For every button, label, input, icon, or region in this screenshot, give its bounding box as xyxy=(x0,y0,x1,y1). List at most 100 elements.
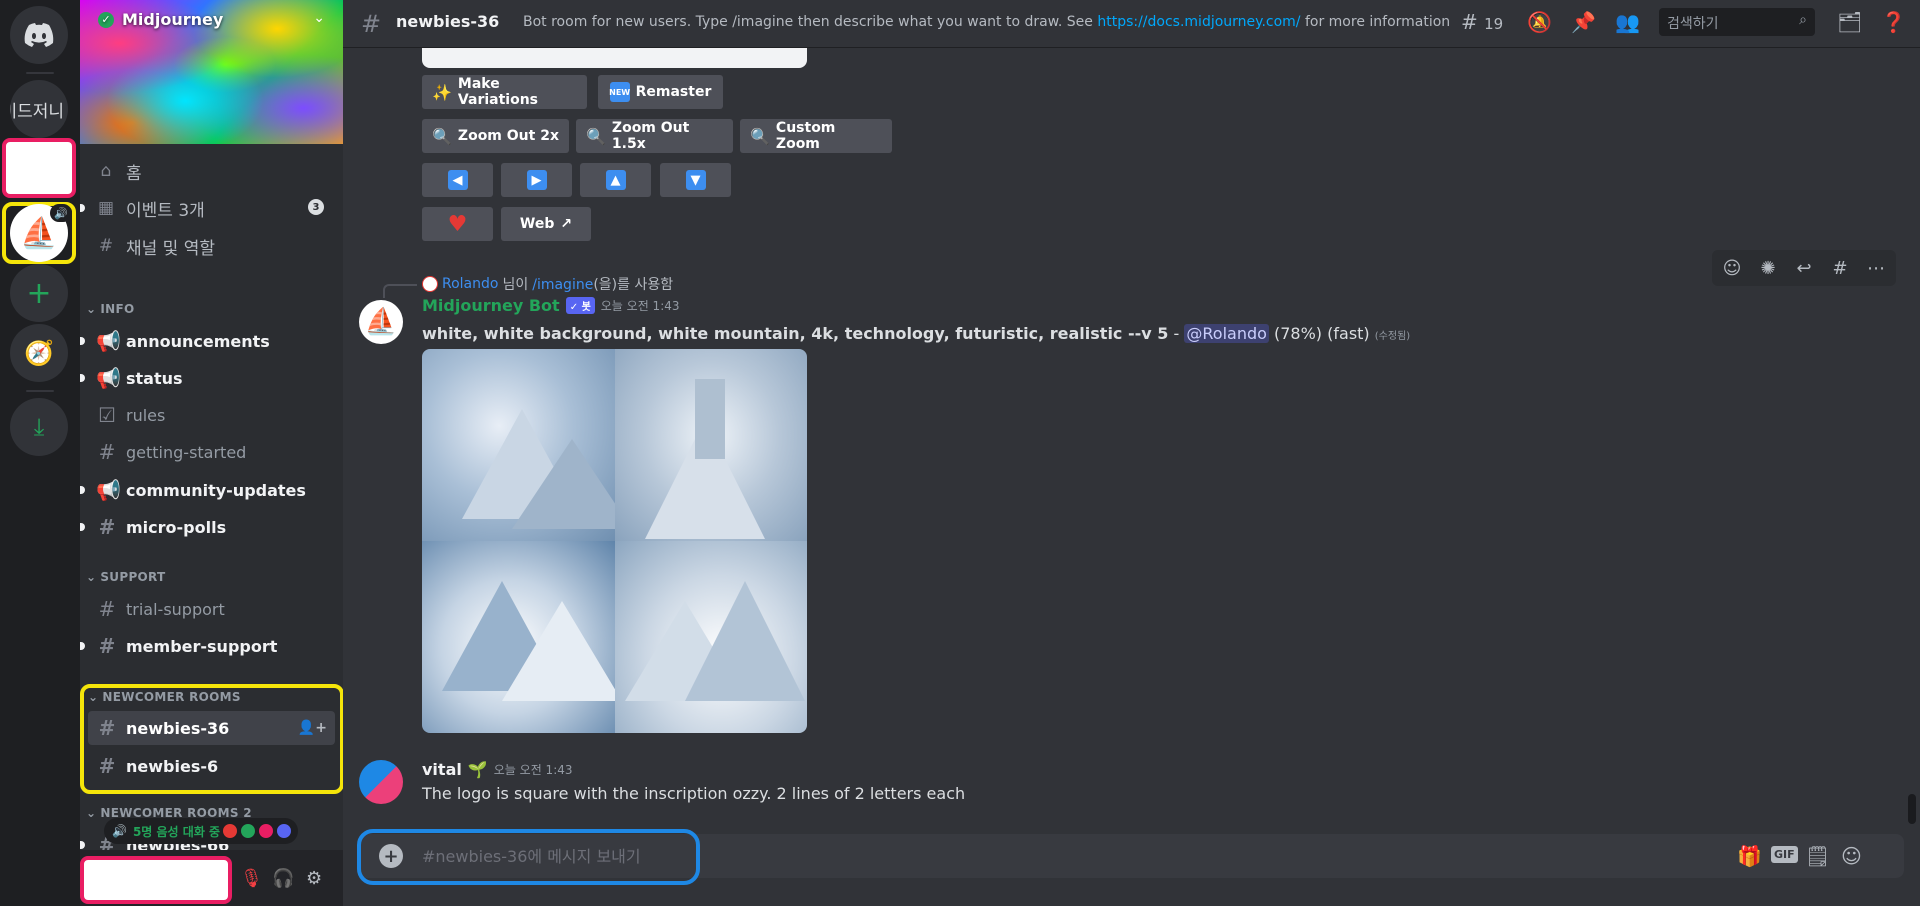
reply-reference[interactable]: Rolando 님이 /imagine(을)를 사용함 xyxy=(422,274,673,294)
zoom-out-2x-button[interactable]: 🔍 Zoom Out 2x xyxy=(422,119,569,153)
reply-icon[interactable]: ↩ xyxy=(1788,258,1820,279)
message-author[interactable]: vital 🌱 오늘 오전 1:43 xyxy=(422,760,573,779)
scrollbar[interactable] xyxy=(1908,794,1916,824)
nav-events[interactable]: ▦ 이벤트 3개 xyxy=(96,192,205,224)
sticker-icon[interactable]: 🗒 xyxy=(1805,844,1830,868)
gift-icon[interactable]: 🎁 xyxy=(1737,844,1762,868)
web-link-button[interactable]: Web ↗ xyxy=(501,207,591,241)
pan-down-button[interactable]: ▼ xyxy=(660,163,731,197)
gear-icon[interactable]: ⚙ xyxy=(306,868,322,889)
midjourney-server-icon[interactable]: ⛵ 🔊 xyxy=(10,204,72,262)
voice-status-text: 5명 음성 대화 중 xyxy=(132,824,221,839)
author-name[interactable]: Midjourney Bot xyxy=(422,296,560,315)
custom-zoom-button[interactable]: 🔍 Custom Zoom xyxy=(740,119,892,153)
voice-activity-pill[interactable]: 🔊 5명 음성 대화 중 xyxy=(104,818,299,844)
mute-notifications-icon[interactable]: 🔕 xyxy=(1527,10,1552,34)
calendar-icon: ▦ xyxy=(97,198,115,218)
more-icon[interactable]: ⋯ xyxy=(1860,258,1892,279)
add-reaction-icon[interactable]: ☺ xyxy=(1716,258,1748,279)
inbox-icon[interactable]: 🗂 xyxy=(1837,10,1862,34)
search-input[interactable]: 검색하기 ⌕ xyxy=(1659,8,1815,36)
member-list-icon[interactable]: 👥 xyxy=(1615,10,1640,34)
unread-indicator xyxy=(80,486,85,494)
image-tile[interactable] xyxy=(614,541,807,733)
discord-logo-icon xyxy=(24,23,54,47)
channel-community-updates[interactable]: 📢 community-updates xyxy=(80,473,335,507)
super-reaction-icon[interactable]: ✺ xyxy=(1752,258,1784,279)
help-icon[interactable]: ❓ xyxy=(1881,10,1906,34)
button-label: Make Variations xyxy=(457,76,538,108)
channel-sidebar: ✓ Midjourney ⌄ ⌂ 홈 ▦ 이벤트 3개 3 # 채널 및 역할 … xyxy=(80,0,343,906)
arrow-down-icon: ▼ xyxy=(685,170,706,190)
pan-left-button[interactable]: ◀ xyxy=(422,163,493,197)
threads-icon: # xyxy=(1461,10,1478,34)
channel-label: member-support xyxy=(126,636,278,656)
channel-micro-polls[interactable]: # micro-polls xyxy=(80,510,335,544)
channel-rules[interactable]: ☑ rules xyxy=(88,398,335,432)
magnifier-icon: 🔍 xyxy=(432,126,452,146)
pan-up-button[interactable]: ▲ xyxy=(580,163,651,197)
download-apps-button[interactable]: ⤓ xyxy=(10,398,68,456)
channel-trial-support[interactable]: # trial-support xyxy=(88,592,335,626)
channel-announcements[interactable]: 📢 announcements xyxy=(80,324,335,358)
search-placeholder: 검색하기 xyxy=(1667,16,1719,32)
message-list: ✨ Make Variations NEW Remaster 🔍 Zoom Ou… xyxy=(343,48,1920,824)
pin-icon[interactable]: 📌 xyxy=(1571,10,1596,34)
category-support[interactable]: ⌄ SUPPORT xyxy=(86,570,166,584)
headphones-icon[interactable]: 🎧 xyxy=(272,868,294,889)
generated-image-grid[interactable] xyxy=(422,349,807,733)
emoji-icon[interactable]: ☺ xyxy=(1841,844,1862,868)
megaphone-icon: 📢 xyxy=(96,478,121,502)
channel-status[interactable]: 📢 status xyxy=(80,361,335,395)
sailboat-icon: ⛵ xyxy=(364,307,398,337)
chevron-down-icon: ⌄ xyxy=(86,302,97,316)
redacted-server-icon[interactable] xyxy=(2,138,76,198)
image-tile[interactable] xyxy=(422,349,632,541)
chevron-down-icon[interactable]: ⌄ xyxy=(313,10,325,26)
add-server-button[interactable]: + xyxy=(10,264,68,322)
explore-button[interactable]: 🧭 xyxy=(10,324,68,382)
channel-member-support[interactable]: # member-support xyxy=(80,629,335,663)
remaster-button[interactable]: NEW Remaster xyxy=(598,75,723,109)
reply-command[interactable]: /imagine xyxy=(532,277,593,293)
server-rail: 미드저니 ⛵ 🔊 + 🧭 ⤓ xyxy=(0,0,80,906)
events-badge: 3 xyxy=(308,199,324,215)
user-mention[interactable]: @Rolando xyxy=(1184,324,1269,343)
new-badge-icon: NEW xyxy=(609,82,630,102)
category-label: INFO xyxy=(100,302,135,316)
channel-topic[interactable]: Bot room for new users. Type /imagine th… xyxy=(523,14,1450,30)
author-name[interactable]: vital xyxy=(422,760,462,779)
channel-label: announcements xyxy=(126,331,270,351)
make-variations-button[interactable]: ✨ Make Variations xyxy=(422,75,587,109)
create-thread-icon[interactable]: # xyxy=(1824,258,1856,279)
speaker-icon: 🔊 xyxy=(112,824,127,838)
prompt-text: white, white background, white mountain,… xyxy=(422,324,1169,343)
threads-button[interactable]: # 19 xyxy=(1461,10,1503,34)
channel-getting-started[interactable]: # getting-started xyxy=(88,435,335,469)
topic-link[interactable]: https://docs.midjourney.com/ xyxy=(1097,14,1300,30)
gif-icon[interactable]: GIF xyxy=(1771,846,1798,863)
image-tile[interactable] xyxy=(422,541,622,733)
nav-home[interactable]: ⌂ 홈 xyxy=(96,155,142,187)
button-label: Zoom Out 2x xyxy=(457,128,559,144)
arrow-left-icon: ◀ xyxy=(447,170,468,190)
message-author[interactable]: Midjourney Bot ✓ 봇 오늘 오전 1:43 xyxy=(422,296,680,315)
redacted-user-info[interactable] xyxy=(80,856,232,904)
discord-home-button[interactable] xyxy=(10,6,68,64)
home-icon: ⌂ xyxy=(100,161,112,181)
avatar[interactable]: ⛵ xyxy=(359,300,403,344)
reply-username[interactable]: Rolando xyxy=(442,276,498,292)
channel-label: status xyxy=(126,368,183,388)
reply-text: 님이 xyxy=(502,277,529,293)
avatar[interactable] xyxy=(359,760,403,804)
category-info[interactable]: ⌄ INFO xyxy=(86,302,134,316)
server-icon-text[interactable]: 미드저니 xyxy=(10,80,68,138)
nav-channels-roles[interactable]: # 채널 및 역할 xyxy=(96,230,215,262)
pan-right-button[interactable]: ▶ xyxy=(501,163,572,197)
favorite-button[interactable]: ♥ xyxy=(422,207,493,241)
server-header[interactable]: ✓ Midjourney xyxy=(98,10,223,29)
mute-mic-icon[interactable]: 🎙 xyxy=(240,868,263,889)
button-label: Remaster xyxy=(635,84,712,100)
image-tile[interactable] xyxy=(614,349,807,541)
zoom-out-1-5x-button[interactable]: 🔍 Zoom Out 1.5x xyxy=(576,119,733,153)
